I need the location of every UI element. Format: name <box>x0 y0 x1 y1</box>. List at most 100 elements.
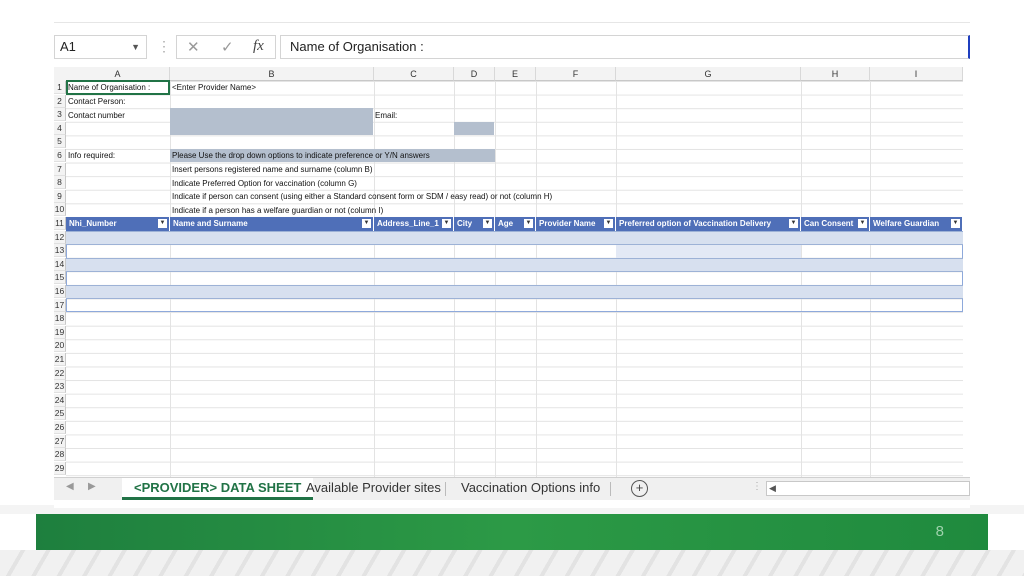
table-header-welfare-guardian[interactable]: Welfare Guardian ▼ <box>870 217 963 231</box>
filter-dropdown-icon[interactable]: ▼ <box>483 219 492 228</box>
scroll-left-icon[interactable]: ◀ <box>66 481 74 492</box>
filter-dropdown-icon[interactable]: ▼ <box>362 219 371 228</box>
chevron-down-icon[interactable]: ▼ <box>131 36 140 58</box>
row-header-6[interactable]: 6 <box>54 149 66 162</box>
sheet-tab-vaccination-options[interactable]: Vaccination Options info <box>449 478 612 500</box>
horizontal-scrollbar[interactable]: ◀ <box>766 481 970 496</box>
cancel-icon[interactable]: ✕ <box>187 38 200 56</box>
row-header-13[interactable]: 13 <box>54 244 66 258</box>
filter-dropdown-icon[interactable]: ▼ <box>789 219 798 228</box>
add-sheet-icon[interactable]: + <box>631 480 648 497</box>
column-header-g[interactable]: G <box>616 67 801 81</box>
contact-person-input-shade[interactable] <box>170 108 373 135</box>
table-header-can-consent[interactable]: Can Consent ▼ <box>801 217 870 231</box>
column-header-a[interactable]: A <box>66 67 170 81</box>
row-header-28[interactable]: 28 <box>54 448 66 462</box>
table-header-preferred-option-of-vaccination-delivery[interactable]: Preferred option of Vaccination Delivery… <box>616 217 801 231</box>
column-header-h[interactable]: H <box>801 67 870 81</box>
row-header-25[interactable]: 25 <box>54 407 66 421</box>
column-header-e[interactable]: E <box>495 67 536 81</box>
table-header-nhi-number[interactable]: Nhi_Number ▼ <box>66 217 170 231</box>
filter-dropdown-icon[interactable]: ▼ <box>524 219 533 228</box>
scroll-right-icon[interactable]: ▶ <box>88 481 96 492</box>
table-header-name-and-surname[interactable]: Name and Surname ▼ <box>170 217 374 231</box>
cell-a3[interactable]: Contact number <box>68 109 125 122</box>
table-cell-highlight[interactable] <box>616 245 801 258</box>
fx-icon[interactable]: fx <box>253 38 264 55</box>
formula-bar: A1 ▼ ⋮ ✕ ✓ fx Name of Organisation : <box>54 31 970 61</box>
row-header-22[interactable]: 22 <box>54 366 66 380</box>
name-box[interactable]: A1 ▼ <box>54 35 147 59</box>
table-header-label: Can Consent <box>804 219 854 228</box>
cell-b5[interactable]: Please Use the drop down options to indi… <box>172 149 430 162</box>
row-header-29[interactable]: 29 <box>54 461 66 475</box>
row-header-2[interactable]: 2 <box>54 94 66 108</box>
table-header-label: Address_Line_1 <box>377 219 439 228</box>
column-header-b[interactable]: B <box>170 67 374 81</box>
footer-green-bar: 8 <box>36 514 988 550</box>
column-header-f[interactable]: F <box>536 67 616 81</box>
table-header-label: City <box>457 219 473 228</box>
enter-icon[interactable]: ✓ <box>221 38 234 56</box>
column-header-c[interactable]: C <box>374 67 454 81</box>
row-header-24[interactable]: 24 <box>54 393 66 407</box>
cell-a5[interactable]: Info required: <box>68 149 115 162</box>
row-header-9[interactable]: 9 <box>54 189 66 203</box>
row-header-4[interactable]: 4 <box>54 121 66 135</box>
filter-dropdown-icon[interactable]: ▼ <box>442 219 451 228</box>
row-header-1[interactable]: 1 <box>54 81 66 94</box>
row-header-11[interactable]: 11 <box>54 217 66 230</box>
column-header-d[interactable]: D <box>454 67 495 81</box>
name-box-value: A1 <box>60 39 76 54</box>
tab-split-handle[interactable]: ⋮ <box>752 481 762 492</box>
column-header-i[interactable]: I <box>870 67 963 81</box>
row-header-21[interactable]: 21 <box>54 353 66 366</box>
cell-b1[interactable]: <Enter Provider Name> <box>172 81 256 94</box>
cell-b8[interactable]: Indicate if person can consent (using ei… <box>172 190 552 203</box>
row-header-16[interactable]: 16 <box>54 285 66 298</box>
row-header-27[interactable]: 27 <box>54 434 66 448</box>
filter-dropdown-icon[interactable]: ▼ <box>858 219 867 228</box>
table-row-band[interactable] <box>66 285 963 299</box>
formula-input[interactable]: Name of Organisation : <box>280 35 970 59</box>
cell-b6[interactable]: Insert persons registered name and surna… <box>172 163 373 176</box>
row-header-12[interactable]: 12 <box>54 230 66 244</box>
table-header-age[interactable]: Age ▼ <box>495 217 536 231</box>
filter-dropdown-icon[interactable]: ▼ <box>604 219 613 228</box>
row-header-18[interactable]: 18 <box>54 312 66 326</box>
table-row-band[interactable] <box>66 258 963 272</box>
row-header-26[interactable]: 26 <box>54 421 66 434</box>
cell-c3[interactable]: Email: <box>375 109 397 122</box>
row-header-10[interactable]: 10 <box>54 203 66 217</box>
scroll-left-arrow-icon[interactable]: ◀ <box>769 482 776 495</box>
row-header-20[interactable]: 20 <box>54 339 66 353</box>
cell-a2[interactable]: Contact Person: <box>68 95 125 108</box>
sheet-tab-provider-data[interactable]: <PROVIDER> DATA SHEET <box>122 478 314 500</box>
row-header-23[interactable]: 23 <box>54 380 66 394</box>
table-header-address-line-1[interactable]: Address_Line_1 ▼ <box>374 217 454 231</box>
table-row-band[interactable] <box>66 231 963 245</box>
active-cell-selection <box>66 80 170 95</box>
table-header-label: Welfare Guardian <box>873 219 940 228</box>
row-header-3[interactable]: 3 <box>54 108 66 122</box>
formula-buttons: ✕ ✓ fx <box>176 35 276 59</box>
row-header-5[interactable]: 5 <box>54 135 66 149</box>
email-input-shade[interactable] <box>454 122 494 135</box>
spreadsheet-grid[interactable]: ABCDEFGHI 1 2 3 4 5 6 7 8 9 10 11 12 13 14 15 16 17 18 19 2… <box>54 67 963 477</box>
filter-dropdown-icon[interactable]: ▼ <box>951 219 960 228</box>
more-options-icon[interactable]: ⋮ <box>157 39 171 53</box>
row-header-14[interactable]: 14 <box>54 257 66 271</box>
table-header-provider-name[interactable]: Provider Name ▼ <box>536 217 616 231</box>
row-header-19[interactable]: 19 <box>54 325 66 339</box>
table-header-label: Nhi_Number <box>69 219 117 228</box>
table-header-city[interactable]: City ▼ <box>454 217 495 231</box>
sheet-tab-available-sites[interactable]: Available Provider sites <box>294 478 453 500</box>
row-header-17[interactable]: 17 <box>54 298 66 312</box>
cell-b9[interactable]: Indicate if a person has a welfare guard… <box>172 204 383 217</box>
table-header-label: Provider Name <box>539 219 596 228</box>
row-header-7[interactable]: 7 <box>54 162 66 176</box>
row-header-8[interactable]: 8 <box>54 176 66 190</box>
filter-dropdown-icon[interactable]: ▼ <box>158 219 167 228</box>
cell-b7[interactable]: Indicate Preferred Option for vaccinatio… <box>172 177 357 190</box>
row-header-15[interactable]: 15 <box>54 271 66 285</box>
